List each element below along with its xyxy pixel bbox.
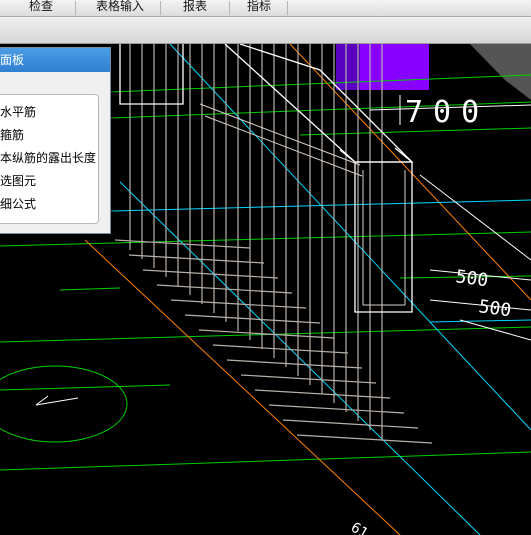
dimension-text: 700 [405,95,489,130]
menu-indicator[interactable]: 指标 [247,0,271,16]
menu-check[interactable]: 检查 [29,0,53,16]
menu-report[interactable]: 报表 [183,0,207,16]
option-exposed-length[interactable]: 本纵筋的露出长度 [0,149,96,167]
option-stirrup[interactable]: 箍筋 [0,126,24,144]
dimension-text: 61 [348,520,371,535]
toolbar [0,17,531,44]
menu-separator [160,1,161,15]
panel-header[interactable]: 面板 [0,48,110,72]
menu-separator [287,1,288,15]
axis-circle [0,365,128,443]
floating-panel: 面板 水平筋 箍筋 本纵筋的露出长度 选图元 细公式 [0,47,111,234]
panel-options: 水平筋 箍筋 本纵筋的露出长度 选图元 细公式 [0,94,99,224]
menu-separator [229,1,230,15]
panel-title: 面板 [0,53,25,67]
option-horizontal-rebar[interactable]: 水平筋 [0,103,36,121]
dimension-text: 500 [454,266,489,291]
menu-bar: 检查 表格输入 报表 指标 [0,0,531,17]
option-select-element[interactable]: 选图元 [0,172,36,190]
model-surface [470,44,531,100]
option-formula[interactable]: 细公式 [0,195,36,213]
menu-separator [75,1,76,15]
dimension-text: 500 [477,296,512,321]
menu-table-input[interactable]: 表格输入 [96,0,144,16]
